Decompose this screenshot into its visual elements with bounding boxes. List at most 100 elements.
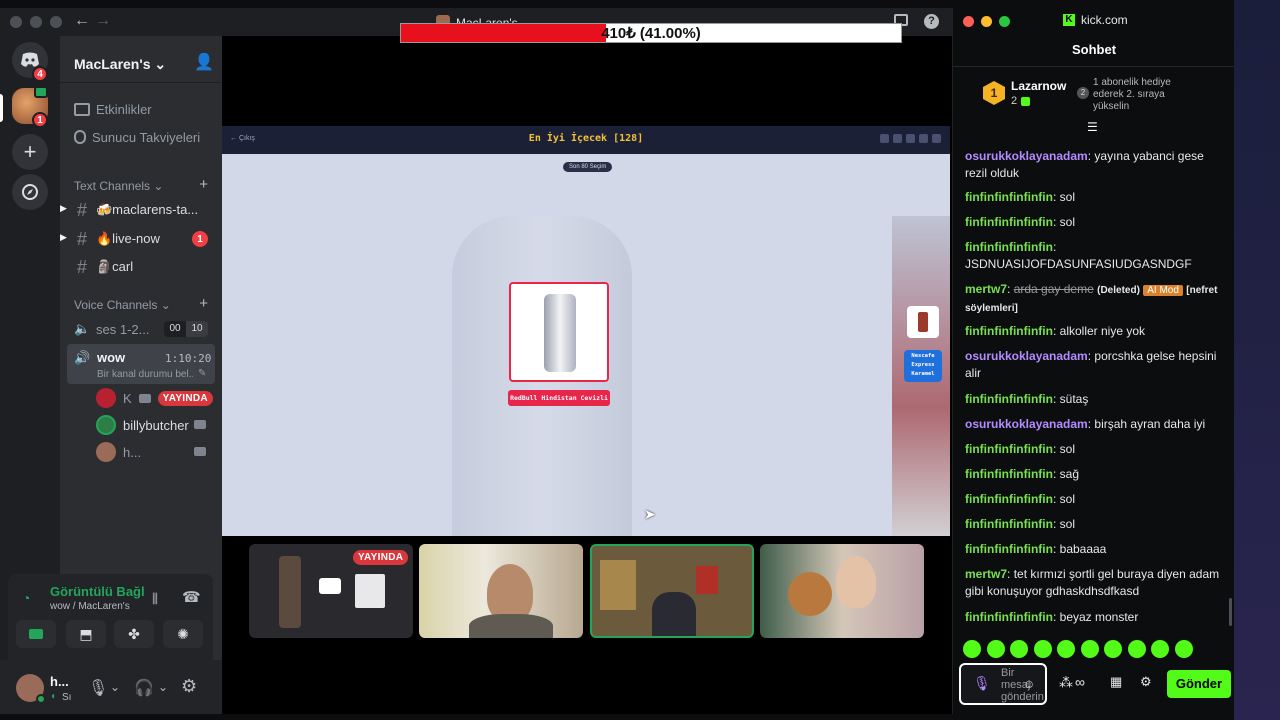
screen-share-button[interactable]: ⬒ (66, 620, 106, 648)
window-zoom-button[interactable] (999, 16, 1010, 27)
chat-username[interactable]: mertw7 (965, 567, 1007, 581)
gift-sub-icon[interactable]: ⁂ (1059, 674, 1073, 691)
shared-toolbar-icons (880, 134, 944, 144)
voice-user-k[interactable]: K YAYINDA (96, 387, 213, 409)
chat-username[interactable]: finfinfinfinfinfin (965, 610, 1053, 624)
back-arrow-icon[interactable]: ← (74, 12, 90, 30)
deleted-tag: (Deleted) (1097, 285, 1140, 296)
chat-username[interactable]: finfinfinfinfinfin (965, 324, 1053, 338)
soundboard-button[interactable]: ✺ (163, 620, 203, 648)
connection-signal-icon[interactable]: ◔ (22, 590, 30, 606)
chat-username[interactable]: finfinfinfinfinfin (965, 492, 1053, 506)
noise-suppression-icon[interactable]: ⫼ (152, 591, 158, 607)
menu-events-label: Etkinlikler (96, 101, 152, 117)
channel-maclarens-talk[interactable]: # 🍻maclarens-ta... (68, 198, 218, 222)
voice-connected-subtitle[interactable]: wow / MacLaren's (50, 601, 130, 612)
window-close-button[interactable] (963, 16, 974, 27)
settings-gear-icon[interactable]: ⚙ (181, 676, 197, 697)
text-channels-label: Text Channels (74, 179, 151, 193)
window-minimize-button[interactable] (981, 16, 992, 27)
voice-channels-header[interactable]: Voice Channels ⌄ (74, 298, 171, 312)
send-button[interactable]: Gönder (1167, 670, 1231, 698)
online-status-indicator (36, 694, 46, 704)
camera-thumbnail-speaking[interactable] (590, 544, 754, 638)
monitor-icon (319, 578, 341, 594)
voice-user-h[interactable]: h... (96, 441, 141, 463)
camera-button[interactable] (16, 620, 56, 648)
camera-thumbnail[interactable] (760, 544, 924, 638)
chat-username[interactable]: osurukkoklayanadam (965, 417, 1088, 431)
chat-input[interactable]: 🎙 Bir mesaj gönderin ☺ (959, 663, 1047, 705)
window-close-button[interactable] (10, 16, 22, 28)
chat-username[interactable]: finfinfinfinfinfin (965, 190, 1053, 204)
add-member-icon[interactable]: 👤 (194, 52, 214, 72)
emote-icon[interactable] (963, 640, 981, 658)
emote-icon[interactable] (1080, 640, 1099, 658)
menu-lines-icon[interactable]: ☰ (1087, 120, 1098, 134)
chat-message: finfinfinfinfinfin: JSDNUASIJOFDASUNFASI… (965, 240, 1192, 271)
voice-channels-label: Voice Channels (74, 298, 158, 312)
chevron-down-icon[interactable]: ⌄ (158, 680, 168, 694)
add-server-icon[interactable]: + (12, 134, 48, 170)
emote-icon[interactable] (1033, 640, 1052, 658)
headphones-icon[interactable]: 🎧 (134, 678, 154, 698)
emote-icon[interactable] (1010, 640, 1028, 658)
microphone-icon[interactable]: 🎙 (88, 678, 108, 698)
window-zoom-button[interactable] (50, 16, 62, 28)
text-channels-header[interactable]: Text Channels ⌄ (74, 179, 163, 193)
chat-username[interactable]: finfinfinfinfinfin (965, 442, 1053, 456)
voice-user-billybutcher[interactable]: billybutcher (96, 414, 189, 436)
chat-username[interactable]: osurukkoklayanadam (965, 349, 1088, 363)
microphone-icon[interactable]: 🎙 (973, 675, 991, 692)
pencil-icon[interactable]: ✎ (198, 368, 206, 379)
server-badge: 1 (32, 112, 48, 128)
menu-boosts[interactable]: Sunucu Takviyeleri (68, 125, 218, 149)
explore-icon[interactable] (12, 174, 48, 210)
server-name[interactable]: MacLaren's ⌄ (74, 56, 166, 73)
toolbar-icon (919, 134, 928, 143)
screen-share-view[interactable]: ← Çıkış En İyi İçecek [128] Son 80 Seçim… (222, 126, 950, 536)
activities-button[interactable]: ✤ (114, 620, 154, 648)
chat-username[interactable]: osurukkoklayanadam (965, 149, 1088, 163)
compass-icon (22, 184, 38, 200)
voice-channel-label: ses 1-2... (96, 321, 150, 337)
store-icon[interactable]: ▦ (1110, 674, 1122, 690)
channel-carl[interactable]: # 🗿carl (68, 255, 218, 279)
chat-username[interactable]: finfinfinfinfinfin (965, 542, 1053, 556)
leaderboard-rank-badge: 1 (983, 81, 1005, 105)
camera-thumbnail[interactable] (419, 544, 583, 638)
create-voice-channel-icon[interactable]: + (199, 295, 208, 312)
voice-channel-label: wow (97, 350, 126, 365)
emote-icon[interactable] (1174, 640, 1193, 658)
emote-icon[interactable] (1104, 640, 1122, 658)
chat-username[interactable]: finfinfinfinfinfin (965, 215, 1053, 229)
emoji-icon[interactable]: ☺ (1023, 677, 1035, 691)
boost-icon (74, 130, 86, 144)
disconnect-icon[interactable]: ☎ (182, 588, 201, 606)
emote-icon[interactable] (1127, 640, 1146, 658)
chat-username[interactable]: finfinfinfinfinfin (965, 392, 1053, 406)
chat-text: beyaz monster (1059, 610, 1139, 624)
leader-username[interactable]: Lazarnow (1011, 79, 1066, 93)
chevron-down-icon[interactable]: ⌄ (110, 680, 120, 694)
emote-icon[interactable] (1151, 640, 1169, 658)
chat-scrollbar[interactable] (1229, 598, 1232, 626)
settings-gear-icon[interactable]: ⚙ (1140, 674, 1152, 690)
chat-message: finfinfinfinfinfin: sol (965, 492, 1075, 506)
help-icon[interactable]: ? (924, 14, 939, 29)
mentions-badge: 4 (32, 66, 48, 82)
drink-can-image (544, 294, 576, 372)
chat-username[interactable]: finfinfinfinfinfin (965, 240, 1053, 254)
stream-thumbnail[interactable]: YAYINDA (249, 544, 413, 638)
chat-username[interactable]: mertw7 (965, 282, 1007, 296)
chat-username[interactable]: finfinfinfinfinfin (965, 467, 1053, 481)
chat-username[interactable]: finfinfinfinfinfin (965, 517, 1053, 531)
emote-icon[interactable] (986, 640, 1005, 658)
window-minimize-button[interactable] (30, 16, 42, 28)
infinity-icon[interactable]: ∞ (1075, 674, 1085, 690)
channel-status[interactable]: Bir kanal durumu bel... (97, 369, 193, 380)
emote-icon[interactable] (1057, 640, 1075, 658)
create-text-channel-icon[interactable]: + (199, 176, 208, 193)
forward-arrow-icon[interactable]: → (95, 12, 111, 30)
menu-events[interactable]: Etkinlikler (68, 97, 218, 121)
